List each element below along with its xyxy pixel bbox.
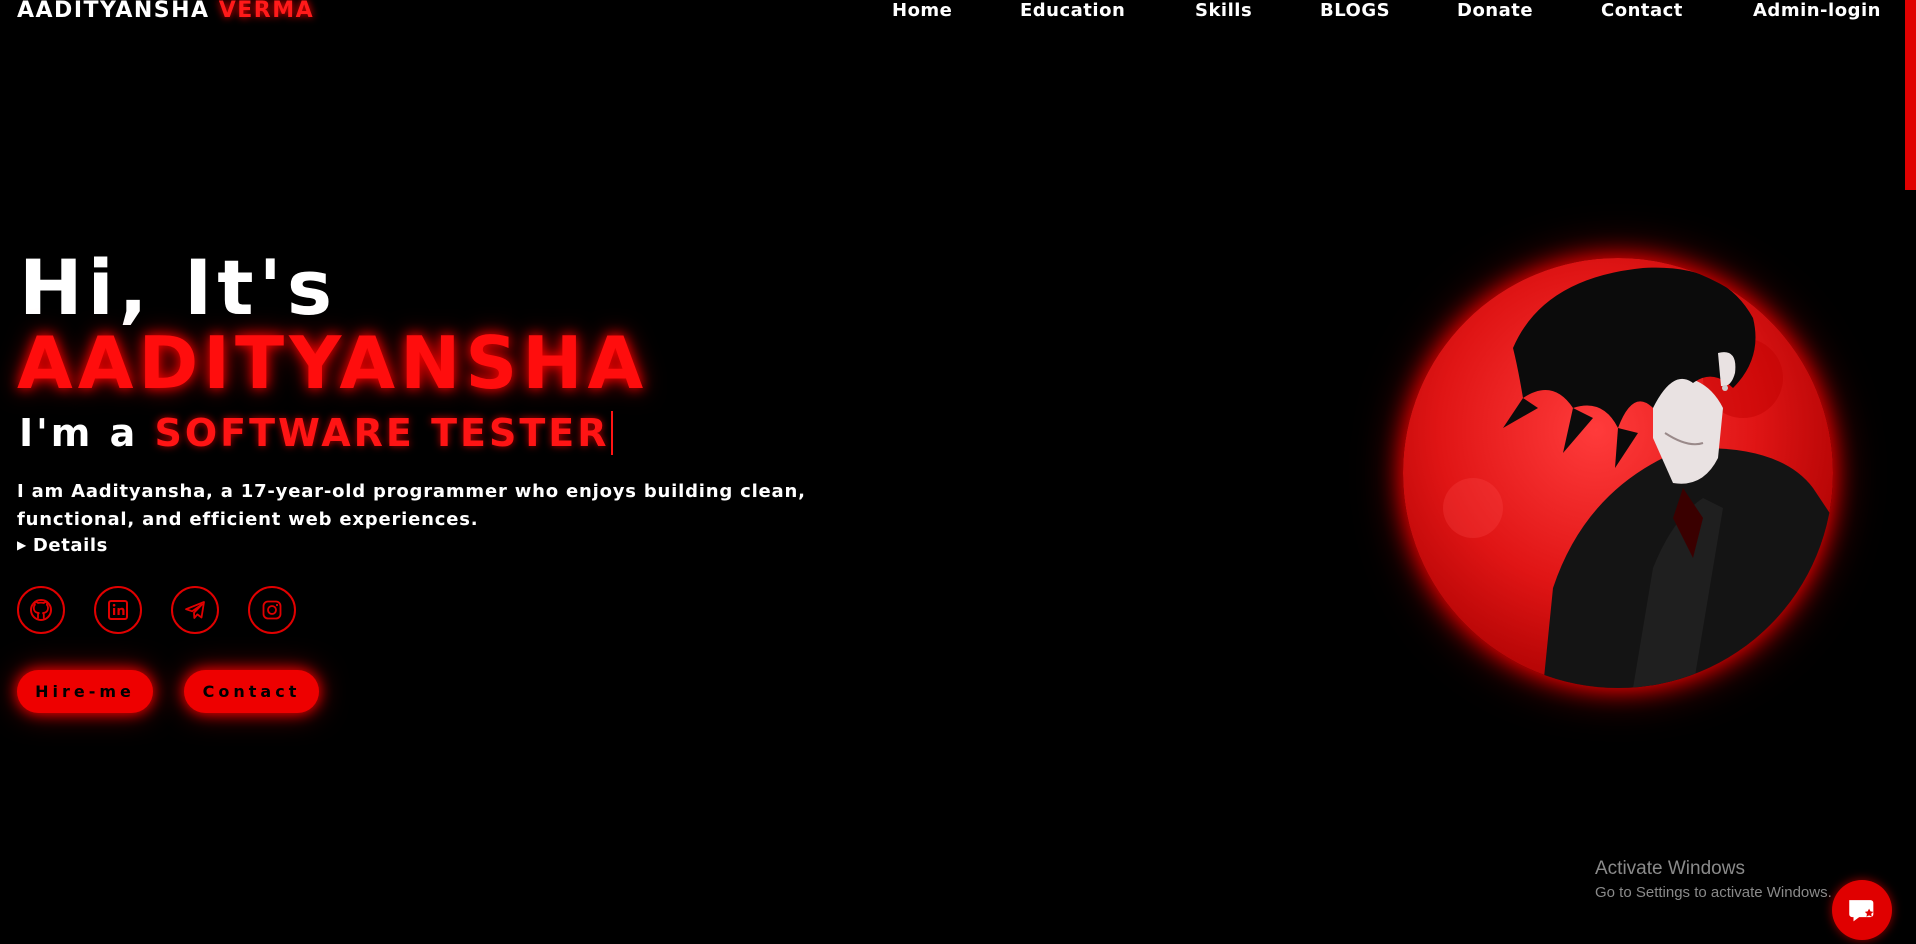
instagram-icon bbox=[262, 600, 282, 620]
details-label: Details bbox=[32, 535, 108, 556]
nav-contact[interactable]: Contact bbox=[1601, 0, 1683, 22]
contact-button[interactable]: Contact bbox=[184, 670, 319, 713]
hero-role: I'm a SOFTWARE TESTER bbox=[19, 411, 613, 455]
watermark-title: Activate Windows bbox=[1595, 858, 1745, 879]
hero-name: AADITYANSHA bbox=[17, 321, 649, 405]
typing-cursor bbox=[610, 411, 613, 455]
chat-icon bbox=[1849, 900, 1874, 922]
nav-home[interactable]: Home bbox=[892, 0, 952, 22]
instagram-link[interactable] bbox=[248, 586, 296, 634]
nav-skills[interactable]: Skills bbox=[1195, 0, 1252, 22]
chat-button[interactable] bbox=[1832, 880, 1892, 940]
avatar-illustration bbox=[1443, 267, 1833, 688]
main-nav: Home Education Skills BLOGS Donate Conta… bbox=[0, 0, 1916, 24]
role-prefix: I'm a bbox=[19, 411, 139, 455]
role-typed-text: SOFTWARE TESTER bbox=[154, 411, 610, 455]
nav-blogs[interactable]: BLOGS bbox=[1320, 0, 1390, 22]
linkedin-link[interactable] bbox=[94, 586, 142, 634]
github-link[interactable] bbox=[17, 586, 65, 634]
portfolio-page: AADITYANSHA VERMA Home Education Skills … bbox=[0, 0, 1916, 944]
watermark-subtitle: Go to Settings to activate Windows. bbox=[1595, 884, 1832, 901]
triangle-right-icon: ▶ bbox=[17, 538, 27, 552]
intro-text: I am Aadityansha, a 17-year-old programm… bbox=[17, 481, 806, 530]
scrollbar-thumb[interactable] bbox=[1905, 0, 1916, 190]
hire-me-button[interactable]: Hire-me bbox=[17, 670, 153, 713]
github-icon bbox=[30, 599, 52, 621]
details-toggle[interactable]: ▶ Details bbox=[17, 532, 108, 559]
windows-activation-watermark: Activate Windows Go to Settings to activ… bbox=[1595, 857, 1832, 903]
telegram-link[interactable] bbox=[171, 586, 219, 634]
telegram-icon bbox=[185, 601, 205, 619]
nav-donate[interactable]: Donate bbox=[1457, 0, 1533, 22]
hero-greeting: Hi, It's bbox=[19, 243, 338, 332]
profile-avatar bbox=[1403, 258, 1833, 688]
nav-education[interactable]: Education bbox=[1020, 0, 1125, 22]
linkedin-icon bbox=[108, 600, 128, 620]
nav-admin-login[interactable]: Admin-login bbox=[1753, 0, 1881, 22]
